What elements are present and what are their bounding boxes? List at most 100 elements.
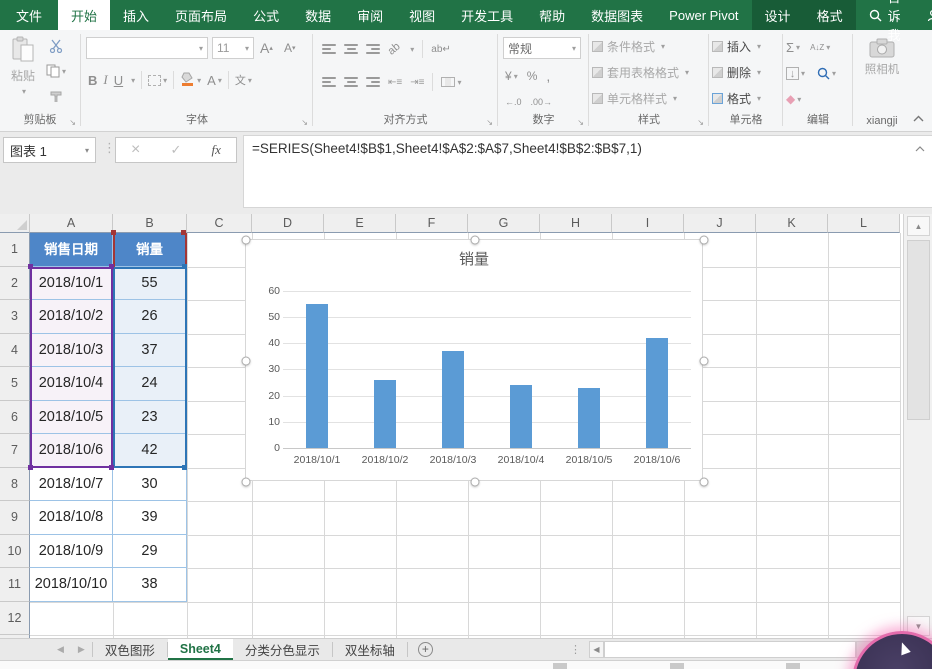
format-painter-button[interactable] bbox=[46, 86, 66, 106]
embedded-chart[interactable]: 销量01020304050602018/10/12018/10/22018/10… bbox=[245, 239, 703, 481]
merge-center-button[interactable]: ▾ bbox=[441, 72, 461, 92]
clear-button[interactable]: ◆▾ bbox=[786, 89, 801, 109]
format-cells-button[interactable]: 格式▾ bbox=[712, 90, 761, 107]
copy-button[interactable]: ▾ bbox=[46, 61, 66, 81]
column-header-J[interactable]: J bbox=[684, 214, 756, 233]
cell-A2[interactable]: 2018/10/1 bbox=[30, 267, 113, 301]
accounting-format-button[interactable]: ¥▾ bbox=[505, 66, 518, 86]
chart-selection-handle[interactable] bbox=[700, 236, 709, 245]
shrink-font-button[interactable]: A▾ bbox=[284, 38, 296, 58]
cell-B9[interactable]: 39 bbox=[113, 501, 187, 535]
ribbon-tab-插入[interactable]: 插入 bbox=[110, 0, 162, 30]
chart-bar-2018/10/1[interactable] bbox=[306, 304, 328, 448]
column-header-K[interactable]: K bbox=[756, 214, 828, 233]
decrease-indent-button[interactable]: ⇤≡ bbox=[388, 72, 402, 92]
collapse-ribbon-button[interactable] bbox=[913, 111, 924, 125]
fill-color-button[interactable]: ▾ bbox=[180, 70, 201, 90]
delete-cells-button[interactable]: 删除▾ bbox=[712, 64, 761, 81]
cell-B2[interactable]: 55 bbox=[113, 267, 187, 301]
ribbon-tab-帮助[interactable]: 帮助 bbox=[526, 0, 578, 30]
formula-bar-collapse-icon[interactable] bbox=[915, 144, 925, 155]
cell-A4[interactable]: 2018/10/3 bbox=[30, 334, 113, 368]
column-header-B[interactable]: B bbox=[113, 214, 187, 233]
cell-A11[interactable]: 2018/10/10 bbox=[30, 568, 113, 602]
borders-button[interactable]: ▾ bbox=[148, 70, 167, 90]
cell-B7[interactable]: 42 bbox=[113, 434, 187, 468]
insert-cells-button[interactable]: 插入▾ bbox=[712, 38, 761, 55]
column-header-A[interactable]: A bbox=[30, 214, 113, 233]
column-header-H[interactable]: H bbox=[540, 214, 612, 233]
sheet-tab-Sheet4[interactable]: Sheet4 bbox=[168, 639, 233, 660]
row-header-10[interactable]: 10 bbox=[0, 535, 30, 569]
name-box[interactable]: 图表 1 ▾ bbox=[3, 137, 96, 163]
increase-indent-button[interactable]: ⇥≡ bbox=[410, 72, 424, 92]
chart-title[interactable]: 销量 bbox=[246, 248, 702, 269]
vertical-scroll-thumb[interactable] bbox=[907, 240, 930, 420]
font-name-combo[interactable]: ▾ bbox=[86, 37, 208, 59]
alignment-dialog-launcher[interactable]: ↘ bbox=[486, 118, 493, 127]
row-header-3[interactable]: 3 bbox=[0, 300, 30, 334]
find-select-button[interactable]: ▾ bbox=[817, 63, 836, 83]
insert-function-button[interactable]: fx bbox=[212, 142, 221, 158]
column-header-E[interactable]: E bbox=[324, 214, 396, 233]
cell-B11[interactable]: 38 bbox=[113, 568, 187, 602]
cell-A5[interactable]: 2018/10/4 bbox=[30, 367, 113, 401]
cell-B8[interactable]: 30 bbox=[113, 468, 187, 502]
percent-style-button[interactable]: % bbox=[527, 66, 538, 86]
cell-B4[interactable]: 37 bbox=[113, 334, 187, 368]
ribbon-tab-设计[interactable]: 设计 bbox=[752, 0, 804, 30]
fill-button[interactable]: ↓▾ bbox=[786, 63, 805, 83]
ribbon-tab-审阅[interactable]: 审阅 bbox=[344, 0, 396, 30]
row-header-4[interactable]: 4 bbox=[0, 334, 30, 368]
bold-button[interactable]: B bbox=[88, 70, 97, 90]
font-dialog-launcher[interactable]: ↘ bbox=[301, 118, 308, 127]
column-header-L[interactable]: L bbox=[828, 214, 900, 233]
row-header-8[interactable]: 8 bbox=[0, 468, 30, 502]
grow-font-button[interactable]: A▴ bbox=[260, 38, 273, 58]
chart-selection-handle[interactable] bbox=[471, 236, 480, 245]
ribbon-tab-格式[interactable]: 格式 bbox=[804, 0, 856, 30]
conditional-formatting-button[interactable]: 条件格式▾ bbox=[592, 38, 665, 55]
tell-me-button[interactable]: 告诉我 bbox=[856, 0, 914, 44]
row-header-11[interactable]: 11 bbox=[0, 568, 30, 602]
chart-bar-2018/10/3[interactable] bbox=[442, 351, 464, 448]
sheet-nav-next-icon[interactable]: ▶ bbox=[71, 639, 92, 660]
sheet-tab-双色图形[interactable]: 双色图形 bbox=[93, 639, 167, 660]
cell-B10[interactable]: 29 bbox=[113, 535, 187, 569]
format-as-table-button[interactable]: 套用表格格式▾ bbox=[592, 64, 689, 81]
sort-filter-button[interactable]: A↓Z▾ bbox=[810, 37, 830, 57]
chart-selection-handle[interactable] bbox=[471, 478, 480, 487]
align-right-button[interactable] bbox=[366, 75, 380, 89]
column-header-G[interactable]: G bbox=[468, 214, 540, 233]
increase-decimal-button[interactable]: ←.0 bbox=[505, 92, 522, 112]
ribbon-tab-数据[interactable]: 数据 bbox=[292, 0, 344, 30]
chart-selection-handle[interactable] bbox=[700, 478, 709, 487]
row-header-2[interactable]: 2 bbox=[0, 267, 30, 301]
ribbon-tab-视图[interactable]: 视图 bbox=[396, 0, 448, 30]
horizontal-scroll-thumb[interactable] bbox=[604, 641, 856, 658]
italic-button[interactable]: I bbox=[103, 70, 107, 90]
page-break-view-icon[interactable] bbox=[786, 663, 800, 669]
cell-B1[interactable]: 销量 bbox=[113, 233, 187, 267]
column-header-F[interactable]: F bbox=[396, 214, 468, 233]
cell-B3[interactable]: 26 bbox=[113, 300, 187, 334]
share-button[interactable]: 共享 bbox=[914, 0, 932, 34]
camera-button[interactable]: 照相机 bbox=[860, 38, 904, 77]
scrollbar-resize-handle[interactable]: ⋮ bbox=[570, 643, 581, 656]
font-color-button[interactable]: A▾ bbox=[207, 70, 222, 90]
enter-button[interactable]: ✓ bbox=[171, 142, 182, 158]
number-dialog-launcher[interactable]: ↘ bbox=[577, 118, 584, 127]
ribbon-tab-页面布局[interactable]: 页面布局 bbox=[162, 0, 240, 30]
decrease-decimal-button[interactable]: .00→ bbox=[531, 92, 553, 112]
cell-styles-button[interactable]: 单元格样式▾ bbox=[592, 90, 677, 107]
sheet-tab-双坐标轴[interactable]: 双坐标轴 bbox=[333, 639, 407, 660]
align-bottom-button[interactable] bbox=[366, 42, 380, 56]
ribbon-tab-开始[interactable]: 开始 bbox=[58, 0, 110, 30]
comma-style-button[interactable]: , bbox=[546, 66, 550, 86]
chart-bar-2018/10/4[interactable] bbox=[510, 385, 532, 448]
ribbon-tab-数据图表[interactable]: 数据图表 bbox=[578, 0, 656, 30]
font-size-combo[interactable]: 11▾ bbox=[212, 37, 254, 59]
cut-button[interactable] bbox=[46, 36, 66, 56]
cell-A8[interactable]: 2018/10/7 bbox=[30, 468, 113, 502]
autosum-button[interactable]: Σ▾ bbox=[786, 37, 800, 57]
